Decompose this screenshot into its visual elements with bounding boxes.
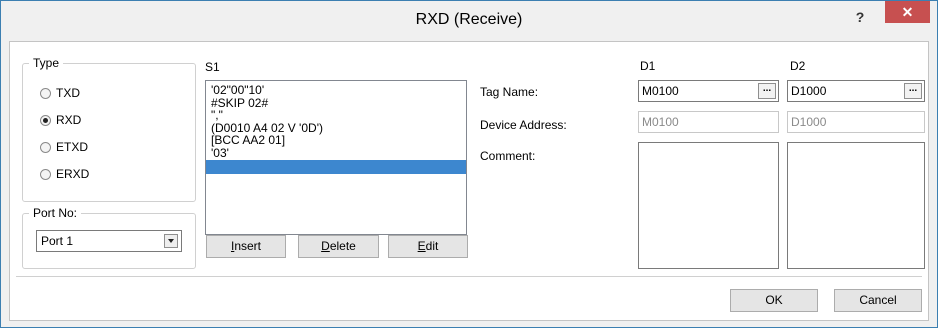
- list-item[interactable]: '02"00"10': [206, 84, 466, 97]
- d2-label: D2: [790, 59, 806, 73]
- d1-browse-button[interactable]: ...: [758, 83, 776, 99]
- radio-etxd-indicator[interactable]: [40, 141, 51, 153]
- d1-label: D1: [640, 59, 656, 73]
- d2-tag-name-value: D1000: [791, 84, 827, 98]
- radio-etxd[interactable]: ETXD: [40, 140, 88, 154]
- d1-tag-name-value: M0100: [642, 84, 679, 98]
- d1-device-address-value: M0100: [642, 115, 679, 129]
- list-item-selected[interactable]: [206, 160, 466, 174]
- delete-mnemonic: D: [321, 239, 330, 253]
- list-item[interactable]: '03': [206, 146, 466, 160]
- edit-label-rest: dit: [425, 239, 439, 253]
- radio-txd[interactable]: TXD: [40, 86, 80, 100]
- d2-device-address-field: D1000: [787, 111, 925, 133]
- radio-txd-indicator[interactable]: [40, 87, 51, 99]
- port-group-legend: Port No:: [33, 206, 78, 220]
- d1-comment-textarea[interactable]: [638, 142, 779, 269]
- device-address-label: Device Address:: [480, 118, 567, 132]
- edit-button[interactable]: Edit: [388, 235, 468, 258]
- radio-rxd-indicator[interactable]: [40, 114, 51, 126]
- list-item[interactable]: #SKIP 02#: [206, 96, 466, 110]
- list-item[interactable]: [BCC AA2 01]: [206, 134, 466, 147]
- dialog-title: RXD (Receive): [415, 11, 523, 28]
- d2-device-address-value: D1000: [791, 115, 827, 129]
- radio-rxd-label: RXD: [56, 113, 82, 127]
- type-group-legend: Type: [33, 56, 60, 70]
- s1-label: S1: [205, 60, 220, 74]
- radio-erxd-indicator[interactable]: [40, 168, 51, 180]
- tag-name-label: Tag Name:: [480, 85, 539, 99]
- dialog-window: RXD (Receive) ? ✕ Type TXD RXD ETXD ERXD…: [0, 0, 938, 328]
- radio-rxd[interactable]: RXD: [40, 113, 81, 127]
- delete-label-rest: elete: [329, 239, 356, 253]
- d2-comment-textarea[interactable]: [787, 142, 925, 269]
- radio-txd-label: TXD: [56, 86, 80, 100]
- port-select-value: Port 1: [41, 234, 74, 248]
- chevron-down-icon[interactable]: [164, 234, 178, 248]
- dialog-body: Type TXD RXD ETXD ERXD Port No: Port 1 S…: [9, 41, 929, 321]
- s1-listbox[interactable]: '02"00"10' #SKIP 02# "," (D0010 A4 02 V …: [205, 80, 467, 235]
- cancel-button[interactable]: Cancel: [834, 289, 922, 312]
- close-button[interactable]: ✕: [885, 1, 930, 23]
- radio-erxd-label: ERXD: [56, 167, 90, 181]
- comment-label: Comment:: [480, 149, 536, 163]
- ok-button[interactable]: OK: [730, 289, 818, 312]
- d2-browse-button[interactable]: ...: [904, 83, 922, 99]
- footer-divider: [16, 276, 922, 277]
- help-button[interactable]: ?: [849, 5, 871, 29]
- insert-label-rest: nsert: [234, 239, 262, 253]
- edit-mnemonic: E: [417, 239, 426, 253]
- list-item[interactable]: ",": [206, 109, 466, 122]
- delete-button[interactable]: Delete: [298, 235, 379, 258]
- radio-etxd-label: ETXD: [56, 140, 89, 154]
- title-bar: RXD (Receive) ? ✕: [1, 1, 937, 41]
- radio-erxd[interactable]: ERXD: [40, 167, 89, 181]
- insert-button[interactable]: Insert: [206, 235, 286, 258]
- port-select[interactable]: Port 1: [36, 230, 182, 252]
- d1-device-address-field: M0100: [638, 111, 779, 133]
